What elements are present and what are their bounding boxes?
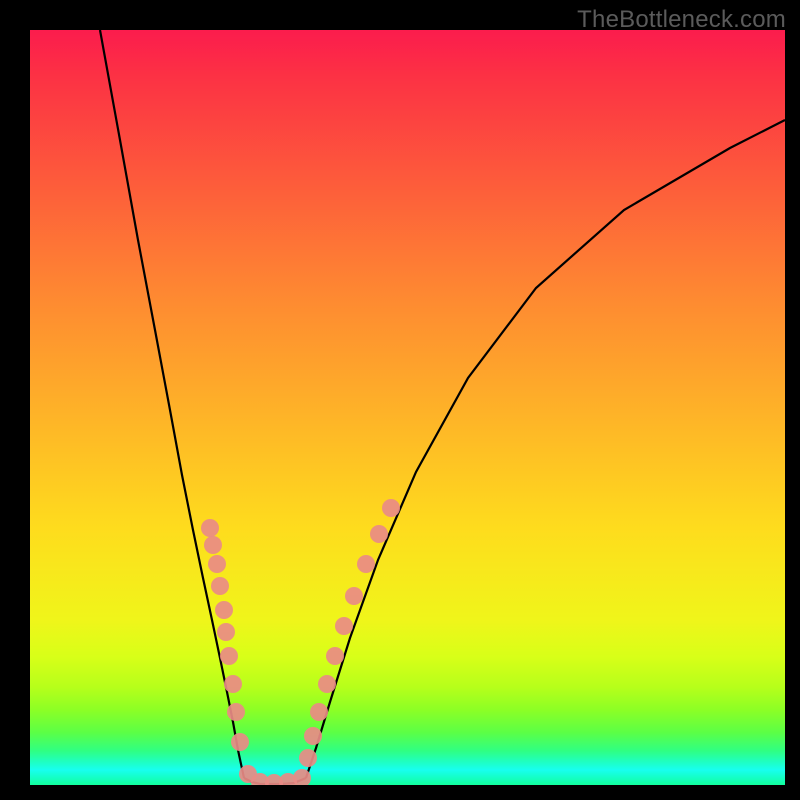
- marker-dot: [204, 536, 222, 554]
- marker-dot: [208, 555, 226, 573]
- marker-dot: [382, 499, 400, 517]
- marker-dot: [299, 749, 317, 767]
- marker-dot: [224, 675, 242, 693]
- marker-dot: [345, 587, 363, 605]
- marker-dot: [215, 601, 233, 619]
- marker-dot: [217, 623, 235, 641]
- curve-layer: [30, 30, 785, 785]
- marker-dot: [357, 555, 375, 573]
- plot-area: [30, 30, 785, 785]
- curve-left-arm: [100, 30, 244, 778]
- marker-dot: [211, 577, 229, 595]
- marker-dot: [335, 617, 353, 635]
- watermark-text: TheBottleneck.com: [577, 6, 786, 34]
- marker-dots-left: [201, 519, 297, 785]
- marker-dot: [227, 703, 245, 721]
- marker-dots-right: [293, 499, 400, 785]
- marker-dot: [201, 519, 219, 537]
- marker-dot: [220, 647, 238, 665]
- marker-dot: [318, 675, 336, 693]
- curve-right-arm: [306, 120, 785, 778]
- marker-dot: [326, 647, 344, 665]
- marker-dot: [304, 727, 322, 745]
- marker-dot: [310, 703, 328, 721]
- marker-dot: [370, 525, 388, 543]
- chart-frame: TheBottleneck.com: [0, 0, 800, 800]
- marker-dot: [231, 733, 249, 751]
